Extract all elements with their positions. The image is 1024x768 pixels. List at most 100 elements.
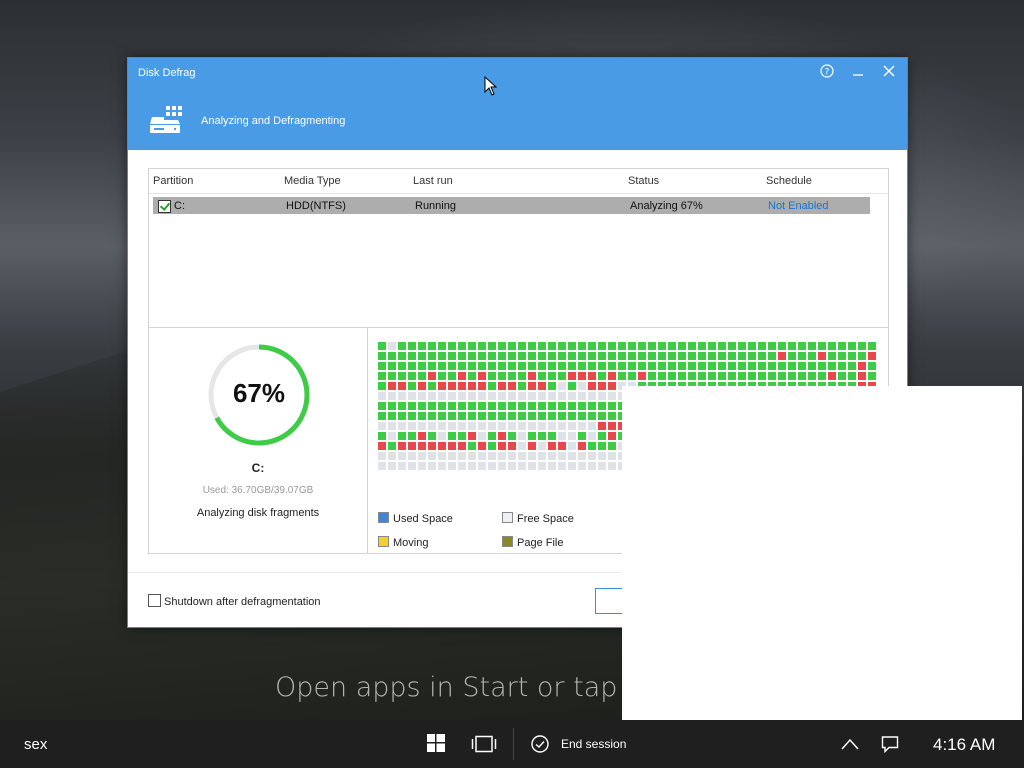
disk-block (618, 372, 626, 380)
check-circle-icon[interactable] (531, 735, 549, 758)
disk-block (778, 342, 786, 350)
disk-block (458, 402, 466, 410)
disk-block (448, 372, 456, 380)
help-icon[interactable]: ? (817, 64, 837, 84)
disk-block (548, 392, 556, 400)
disk-block (838, 362, 846, 370)
user-name[interactable]: sex (24, 736, 47, 753)
disk-block (508, 372, 516, 380)
disk-block (388, 412, 396, 420)
disk-block (438, 432, 446, 440)
table-row[interactable]: C: HDD(NTFS) Running Analyzing 67% Not E… (153, 197, 870, 214)
disk-block (508, 412, 516, 420)
disk-block (548, 432, 556, 440)
shutdown-option[interactable]: Shutdown after defragmentation (148, 594, 321, 608)
disk-block (648, 362, 656, 370)
disk-block (658, 372, 666, 380)
disk-block (598, 452, 606, 460)
disk-block (608, 402, 616, 410)
disk-block (568, 462, 576, 470)
disk-block (538, 452, 546, 460)
col-last-run[interactable]: Last run (413, 175, 453, 187)
disk-block (538, 382, 546, 390)
disk-block (868, 372, 876, 380)
disk-block (668, 362, 676, 370)
disk-block (468, 432, 476, 440)
disk-block (588, 372, 596, 380)
legend-used: Used Space (378, 512, 453, 525)
col-media-type[interactable]: Media Type (284, 175, 341, 187)
disk-block (398, 442, 406, 450)
disk-block (818, 342, 826, 350)
disk-block (578, 392, 586, 400)
col-status[interactable]: Status (628, 175, 659, 187)
disk-block (398, 342, 406, 350)
chevron-up-icon[interactable] (841, 737, 859, 755)
disk-block (458, 412, 466, 420)
disk-block (758, 352, 766, 360)
disk-block (398, 412, 406, 420)
disk-block (678, 372, 686, 380)
disk-block (378, 432, 386, 440)
disk-block (658, 362, 666, 370)
minimize-icon[interactable] (848, 64, 868, 84)
disk-block (578, 422, 586, 430)
disk-block (448, 462, 456, 470)
disk-block (478, 462, 486, 470)
disk-block (788, 372, 796, 380)
disk-block (808, 362, 816, 370)
disk-block (418, 462, 426, 470)
shutdown-checkbox[interactable] (148, 594, 161, 607)
col-schedule[interactable]: Schedule (766, 175, 812, 187)
disk-block (588, 392, 596, 400)
action-center-icon[interactable] (881, 735, 899, 758)
disk-block (838, 352, 846, 360)
disk-block (718, 362, 726, 370)
disk-block (468, 442, 476, 450)
end-session-button[interactable]: End session (561, 737, 626, 751)
close-icon[interactable] (879, 64, 899, 84)
disk-block (698, 372, 706, 380)
windows-start-icon[interactable] (427, 734, 445, 757)
partition-checkbox[interactable] (158, 200, 171, 213)
disk-block (458, 372, 466, 380)
disk-block (408, 402, 416, 410)
disk-block (468, 352, 476, 360)
disk-block (608, 362, 616, 370)
disk-block (778, 372, 786, 380)
disk-block (638, 362, 646, 370)
disk-block (398, 432, 406, 440)
clock[interactable]: 4:16 AM (933, 735, 995, 755)
disk-block (508, 422, 516, 430)
disk-block (518, 352, 526, 360)
disk-block (388, 362, 396, 370)
disk-block (438, 452, 446, 460)
disk-block (608, 412, 616, 420)
disk-block (398, 462, 406, 470)
disk-block (638, 352, 646, 360)
disk-block (408, 342, 416, 350)
schedule-link[interactable]: Not Enabled (768, 200, 829, 212)
disk-block (748, 362, 756, 370)
disk-block (548, 402, 556, 410)
disk-block (398, 352, 406, 360)
cell-media-type: HDD(NTFS) (286, 200, 346, 212)
disk-block (558, 382, 566, 390)
disk-block (688, 362, 696, 370)
disk-block (698, 362, 706, 370)
disk-block (558, 422, 566, 430)
disk-block (588, 452, 596, 460)
task-view-icon[interactable] (471, 735, 497, 758)
disk-block (718, 372, 726, 380)
disk-block (458, 352, 466, 360)
disk-block (688, 342, 696, 350)
disk-block (508, 442, 516, 450)
disk-block (838, 372, 846, 380)
disk-block (408, 452, 416, 460)
col-partition[interactable]: Partition (153, 175, 193, 187)
disk-block (378, 422, 386, 430)
disk-block (818, 352, 826, 360)
disk-block (858, 362, 866, 370)
title-bar[interactable]: Disk Defrag ? (128, 58, 907, 90)
disk-block (458, 382, 466, 390)
